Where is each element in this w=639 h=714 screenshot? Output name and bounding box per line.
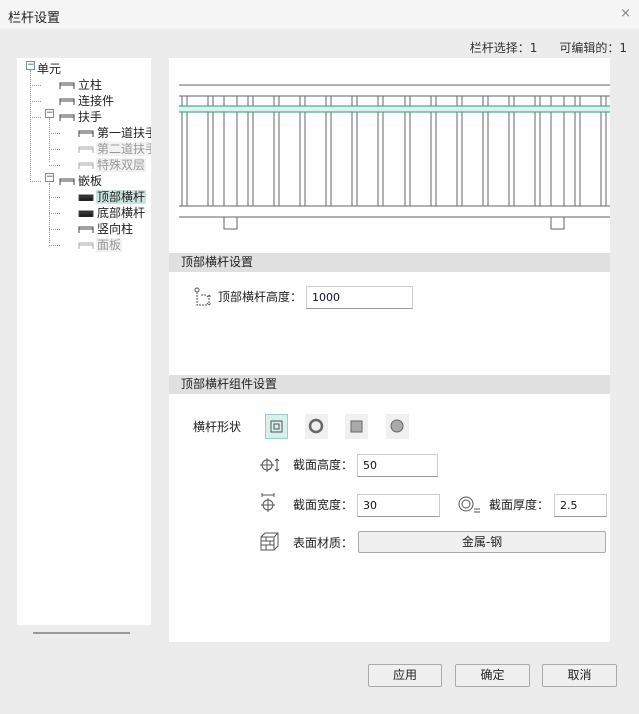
- selection-status: 栏杆选择：1 可编辑的：1: [448, 39, 627, 56]
- settings-panel: 顶部横杆设置 顶部横杆高度： 1000 顶部横杆组件设置 横杆形状 截面高度： …: [169, 58, 610, 642]
- tree-scrollbar[interactable]: [33, 632, 130, 634]
- tree-item-label: 连接件: [78, 94, 115, 108]
- rail-icon: [78, 158, 94, 169]
- top-bar-height-label: 顶部横杆高度：: [218, 290, 303, 304]
- section-header-top-bar: 顶部横杆设置: [169, 253, 610, 272]
- post-foot: [223, 217, 238, 230]
- collapse-toggle[interactable]: −: [45, 173, 54, 182]
- tree-item[interactable]: 面板: [49, 237, 123, 253]
- tree-item[interactable]: 竖向柱: [49, 221, 134, 237]
- height-dimension-icon: [194, 287, 212, 306]
- shape-hollow-square-button[interactable]: [265, 414, 288, 439]
- tree-item-label: 嵌板: [78, 174, 103, 188]
- tree-item[interactable]: 特殊双层: [49, 157, 147, 173]
- tree-item[interactable]: 顶部横杆: [49, 189, 147, 205]
- section-header-component: 顶部横杆组件设置: [169, 375, 610, 394]
- ok-button[interactable]: 确定: [455, 664, 530, 687]
- thickness-input[interactable]: 2.5: [554, 494, 607, 517]
- tree-item-label: 第一道扶手: [97, 126, 151, 140]
- tree-item-label: 竖向柱: [97, 222, 134, 236]
- shape-label: 横杆形状: [193, 420, 242, 434]
- tree-item-label: 第二道扶手: [96, 142, 151, 156]
- railing-preview: [179, 84, 610, 230]
- selected-count: 栏杆选择：1: [469, 41, 538, 55]
- editable-count: 可编辑的：1: [559, 41, 627, 55]
- title-bar: 栏杆设置 ×: [0, 0, 639, 29]
- cancel-button[interactable]: 取消: [542, 664, 617, 687]
- top-bar-height-input[interactable]: 1000: [306, 286, 413, 309]
- tree-item-label: 顶部横杆: [96, 190, 147, 204]
- tree-item[interactable]: 底部横杆: [49, 205, 146, 221]
- section-width-label: 截面宽度：: [293, 498, 354, 512]
- section-width-icon: [261, 493, 275, 512]
- collapse-toggle[interactable]: −: [26, 61, 35, 70]
- tree-item[interactable]: 第一道扶手: [49, 125, 151, 141]
- material-label: 表面材质：: [293, 536, 354, 550]
- rail-icon: [78, 126, 94, 137]
- post-foot: [550, 217, 565, 230]
- shape-solid-square-button[interactable]: [345, 414, 368, 439]
- tree-item[interactable]: 嵌板: [30, 173, 103, 189]
- connector-icon: [59, 94, 75, 105]
- shape-hollow-circle-button[interactable]: [305, 414, 328, 439]
- baluster-icon: [78, 222, 94, 233]
- material-icon: [260, 532, 279, 551]
- tree-item-label: 面板: [96, 238, 123, 252]
- tree-item-label: 特殊双层: [96, 158, 147, 172]
- section-height-icon: [260, 458, 280, 472]
- tree-item-label: 扶手: [78, 110, 103, 124]
- tree-item[interactable]: 第二道扶手: [49, 141, 151, 157]
- section-height-input[interactable]: 50: [357, 454, 438, 477]
- handrail-icon: [59, 110, 75, 121]
- tree-item[interactable]: 立柱: [30, 77, 103, 93]
- bottom-bar-icon: [78, 206, 94, 217]
- top-bar-icon: [78, 190, 94, 201]
- solid-circle-icon: [390, 419, 404, 433]
- close-icon[interactable]: ×: [620, 6, 631, 21]
- rail-icon: [78, 142, 94, 153]
- panel-icon: [78, 238, 94, 249]
- collapse-toggle[interactable]: −: [45, 109, 54, 118]
- component-tree: 单元立柱连接件扶手第一道扶手第二道扶手特殊双层嵌板顶部横杆底部横杆竖向柱面板 − −…: [17, 58, 151, 625]
- tree-item[interactable]: 连接件: [30, 93, 115, 109]
- window-title: 栏杆设置: [8, 11, 61, 26]
- post-icon: [59, 78, 75, 89]
- section-width-input[interactable]: 30: [357, 494, 440, 517]
- tree-item[interactable]: 扶手: [30, 109, 103, 125]
- tree-item-label: 底部横杆: [97, 206, 146, 220]
- hollow-square-icon: [270, 420, 283, 433]
- shape-solid-circle-button[interactable]: [386, 414, 409, 439]
- solid-square-icon: [350, 420, 363, 433]
- tree-item[interactable]: 单元: [36, 61, 62, 77]
- section-height-label: 截面高度：: [293, 458, 354, 472]
- top-bar-highlight: [179, 106, 610, 112]
- thickness-icon: [458, 496, 480, 513]
- thickness-label: 截面厚度：: [489, 498, 550, 512]
- panel-icon: [59, 174, 75, 185]
- tree-item-label: 立柱: [78, 78, 103, 92]
- hollow-circle-icon: [308, 418, 324, 434]
- material-select-button[interactable]: 金属-钢: [358, 531, 606, 553]
- tree-item-label: 单元: [37, 62, 62, 76]
- apply-button[interactable]: 应用: [368, 664, 442, 687]
